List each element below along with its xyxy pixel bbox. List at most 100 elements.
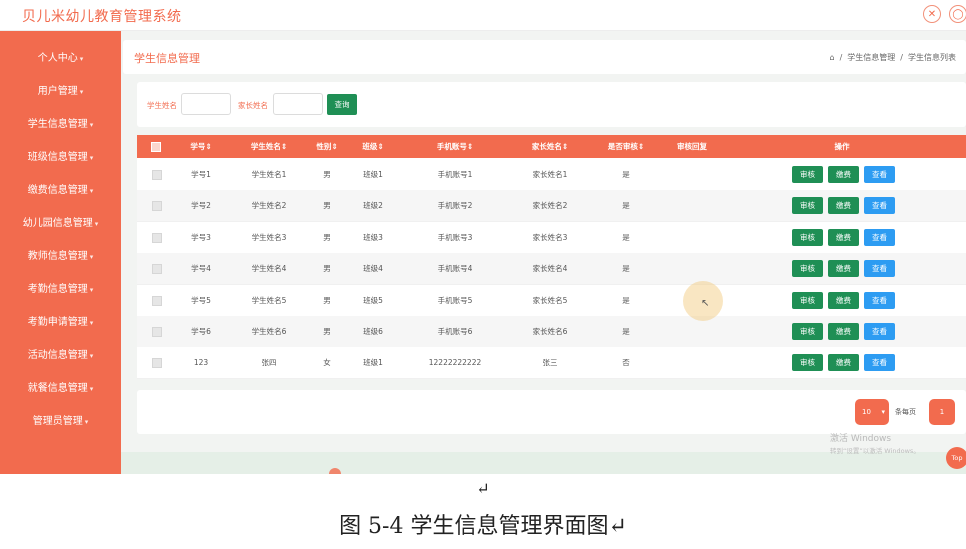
- view-button[interactable]: 查看: [864, 228, 895, 246]
- review-button[interactable]: 审核: [792, 260, 823, 278]
- review-button[interactable]: 审核: [792, 166, 823, 183]
- view-button[interactable]: 查看: [864, 166, 895, 183]
- sidebar-item-label: 学生信息管理: [27, 119, 88, 130]
- table-cell: 是: [622, 170, 630, 179]
- chevron-down-icon: ▾: [89, 121, 94, 129]
- review-button[interactable]: 审核: [792, 197, 823, 215]
- user-icon[interactable]: ◯: [949, 5, 966, 23]
- table-cell: 手机账号6: [437, 327, 473, 336]
- page-title: 学生信息管理: [134, 52, 200, 65]
- view-button[interactable]: 查看: [864, 197, 895, 215]
- column-header[interactable]: 手机账号⇕: [425, 135, 485, 158]
- sidebar-item-meals[interactable]: 就餐信息管理 ▾: [0, 372, 121, 405]
- sidebar-item-teachers[interactable]: 教师信息管理 ▾: [0, 240, 121, 273]
- review-button[interactable]: 审核: [792, 323, 823, 340]
- breadcrumb-separator: /: [839, 53, 843, 62]
- table-cell: 学生姓名3: [251, 232, 287, 242]
- footer-dot: [329, 468, 341, 474]
- row-checkbox[interactable]: [152, 358, 162, 369]
- chevron-down-icon: ▾: [89, 253, 94, 261]
- table-cell: 否: [622, 358, 630, 368]
- activate-windows-title: 激活 Windows: [830, 434, 892, 444]
- review-button[interactable]: 审核: [792, 291, 823, 309]
- sidebar-item-kindergarten[interactable]: 幼儿园信息管理 ▾: [0, 207, 121, 240]
- row-checkbox[interactable]: [152, 170, 162, 180]
- sidebar-item-label: 幼儿园信息管理: [22, 218, 93, 229]
- table-cell: 12222222222: [428, 358, 482, 368]
- table-cell: [672, 159, 712, 190]
- table-cell: 班级6: [363, 327, 383, 336]
- pagination-card: [137, 390, 966, 434]
- table-cell: 男: [323, 264, 331, 274]
- chevron-down-icon: ▾: [89, 319, 94, 327]
- page-size-select[interactable]: 10 ▾: [855, 399, 889, 425]
- table-cell: 家长姓名6: [532, 327, 568, 336]
- view-button[interactable]: 查看: [864, 323, 895, 340]
- column-header[interactable]: 班级⇕: [358, 135, 388, 158]
- parent-name-input[interactable]: [273, 93, 323, 115]
- sidebar: 个人中心 ▾ 用户管理 ▾ 学生信息管理 ▾ 班级信息管理 ▾ 缴费信息管理 ▾ 幼儿园信…: [0, 31, 121, 474]
- sidebar-item-activities[interactable]: 活动信息管理 ▾: [0, 339, 121, 372]
- sidebar-item-attendance[interactable]: 考勤信息管理 ▾: [0, 273, 121, 306]
- student-name-input[interactable]: [181, 93, 231, 115]
- chevron-down-icon: ▾: [89, 154, 94, 162]
- column-header[interactable]: 性别⇕: [314, 135, 340, 158]
- table-cell: 学号5: [191, 295, 211, 305]
- chevron-down-icon: ▾: [89, 385, 94, 393]
- sidebar-item-label: 个人中心: [37, 53, 78, 64]
- table-cell: 学号6: [191, 327, 211, 336]
- fullscreen-icon[interactable]: ✕: [923, 5, 941, 23]
- row-checkbox[interactable]: [152, 201, 162, 212]
- sidebar-item-classes[interactable]: 班级信息管理 ▾: [0, 141, 121, 174]
- payment-button[interactable]: 缴费: [828, 291, 859, 309]
- chevron-down-icon: ▾: [89, 286, 94, 294]
- page-number-button[interactable]: 1: [929, 399, 955, 425]
- view-button[interactable]: 查看: [864, 260, 895, 278]
- column-header: 审核回复: [677, 142, 707, 151]
- sidebar-item-students[interactable]: 学生信息管理 ▾: [0, 108, 121, 141]
- row-checkbox[interactable]: [152, 264, 162, 275]
- table-cell: 是: [622, 264, 630, 274]
- table-cell: 手机账号1: [437, 170, 473, 179]
- view-button[interactable]: 查看: [864, 291, 895, 309]
- payment-button[interactable]: 缴费: [828, 228, 859, 246]
- table-cell: 是: [622, 232, 630, 242]
- column-header[interactable]: 是否审核⇕: [603, 135, 649, 158]
- payment-button[interactable]: 缴费: [828, 260, 859, 278]
- sidebar-item-attendance-requests[interactable]: 考勤申请管理 ▾: [0, 306, 121, 339]
- review-button[interactable]: 审核: [792, 354, 823, 372]
- payment-button[interactable]: 缴费: [828, 354, 859, 372]
- table-cell: 手机账号2: [437, 201, 473, 211]
- payment-button[interactable]: 缴费: [828, 197, 859, 215]
- back-to-top-button[interactable]: Top: [946, 447, 966, 469]
- column-header[interactable]: 学号⇕: [186, 135, 216, 158]
- review-button[interactable]: 审核: [792, 228, 823, 246]
- sidebar-item-label: 考勤信息管理: [27, 284, 88, 295]
- sidebar-item-users[interactable]: 用户管理 ▾: [0, 75, 121, 108]
- row-checkbox[interactable]: [152, 232, 162, 243]
- column-header[interactable]: 家长姓名⇕: [522, 135, 578, 158]
- view-button[interactable]: 查看: [864, 354, 895, 372]
- sidebar-item-payments[interactable]: 缴费信息管理 ▾: [0, 174, 121, 207]
- column-header[interactable]: 学生姓名⇕: [244, 135, 294, 158]
- payment-button[interactable]: 缴费: [828, 323, 859, 340]
- table-cell: 手机账号5: [437, 295, 473, 305]
- chevron-down-icon: ▾: [79, 88, 84, 96]
- payment-button[interactable]: 缴费: [828, 166, 859, 183]
- select-all-checkbox[interactable]: [151, 142, 161, 152]
- table-cell: 班级4: [363, 264, 383, 274]
- table-cell: [672, 253, 712, 284]
- breadcrumb-item: 学生信息列表: [908, 53, 956, 62]
- sidebar-item-label: 就餐信息管理: [27, 383, 88, 394]
- activate-windows-subtitle: 转到“设置”以激活 Windows。: [830, 447, 920, 455]
- table-cell: 是: [622, 327, 630, 336]
- row-checkbox[interactable]: [152, 295, 162, 306]
- sidebar-item-label: 用户管理: [37, 86, 78, 97]
- table-cell: 是: [622, 295, 630, 305]
- breadcrumb-item[interactable]: 学生信息管理: [847, 52, 895, 63]
- home-icon[interactable]: ⌂: [830, 53, 835, 62]
- row-checkbox[interactable]: [152, 327, 162, 337]
- search-button[interactable]: 查询: [327, 94, 357, 115]
- sidebar-item-admins[interactable]: 管理员管理 ▾: [0, 405, 121, 438]
- sidebar-item-personal-center[interactable]: 个人中心 ▾: [0, 42, 121, 75]
